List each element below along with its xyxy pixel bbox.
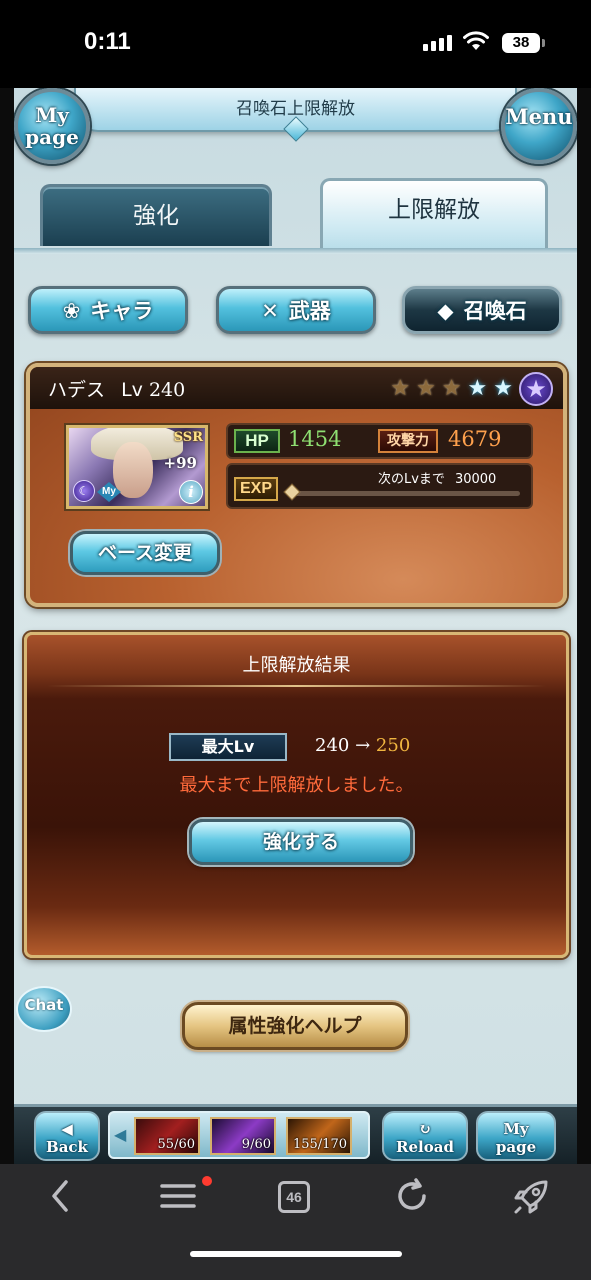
mypage-label-line2: page: [25, 125, 79, 149]
summon-name: ハデス: [48, 379, 106, 401]
bottom-mypage-line1: My: [503, 1120, 529, 1138]
stats-row: HP 1454 攻撃力 4679: [226, 423, 533, 459]
uncap-result-panel: 上限解放結果 最大Lv 240 → 250 最大まで上限解放しました。 強化する: [24, 632, 569, 958]
star-icon: ★: [390, 376, 411, 401]
browser-toolbar: 46: [0, 1164, 591, 1280]
right-frame-edge: [577, 88, 591, 1164]
rocket-icon[interactable]: [512, 1178, 550, 1216]
game-bottom-bar: ◀ Back ◀ 55/60 9/60 155/170 ↻ Reload My …: [14, 1104, 577, 1164]
summon-header: ハデス Lv 240 ★ ★ ★ ★ ★ ★: [30, 367, 563, 409]
battery-icon: 38: [502, 33, 545, 53]
star-icon: ★: [493, 376, 513, 401]
attack-label: 攻撃力: [378, 429, 438, 453]
carousel-left-arrow-icon[interactable]: ◀: [114, 1125, 126, 1144]
wifi-icon: [463, 31, 489, 50]
old-max-level: 240: [315, 735, 350, 756]
result-message: 最大まで上限解放しました。: [179, 775, 414, 796]
attack-value: 4679: [448, 427, 502, 451]
back-chevron-icon[interactable]: [48, 1178, 72, 1214]
next-level-label: 次のLvまで: [378, 472, 445, 487]
exp-progress-marker: [283, 483, 301, 501]
back-button[interactable]: ◀ Back: [34, 1111, 100, 1161]
plus-bonus: +99: [163, 454, 197, 472]
max-level-change: 240 → 250: [315, 735, 410, 756]
reload-button[interactable]: ↻ Reload: [382, 1111, 468, 1161]
star-icon: ★: [467, 376, 488, 401]
game-viewport: 召喚石上限解放 My page Menu 強化 上限解放 ❀ キャラ ✕ 武器 ◆ 召…: [14, 88, 577, 1164]
bottom-mypage-line2: page: [495, 1138, 537, 1156]
max-level-label: 最大Lv: [169, 733, 287, 761]
result-title: 上限解放結果: [242, 655, 351, 676]
mypage-label-line1: My: [35, 103, 69, 127]
info-icon[interactable]: i: [179, 480, 203, 504]
item-slot[interactable]: 155/170: [286, 1117, 352, 1155]
element-help-button[interactable]: 属性強化ヘルプ: [182, 1002, 408, 1050]
dark-element-icon: ☾: [73, 480, 95, 502]
exp-progress-bar: [290, 491, 520, 496]
base-change-button[interactable]: ベース変更: [70, 531, 220, 575]
uncap-stars: ★ ★ ★ ★ ★ ★: [390, 372, 553, 406]
new-max-level: 250: [375, 735, 411, 756]
filter-character-button[interactable]: ❀ キャラ: [28, 286, 188, 334]
back-label: Back: [46, 1138, 88, 1156]
status-time: 0:11: [84, 28, 131, 55]
result-divider: [47, 685, 546, 687]
hp-value: 1454: [288, 427, 342, 451]
portrait-face: [113, 442, 153, 498]
reload-label: Reload: [396, 1138, 454, 1156]
filter-weapon-button[interactable]: ✕ 武器: [216, 286, 376, 334]
summon-portrait[interactable]: SSR +99 ☾ My i: [66, 425, 208, 509]
chat-button[interactable]: Chat: [16, 986, 72, 1032]
left-frame-edge: [0, 88, 14, 1164]
summon-name-level: ハデス Lv 240: [48, 375, 185, 402]
reload-page-icon[interactable]: [394, 1178, 430, 1214]
star-icon: ★: [416, 376, 436, 401]
weapon-icon: ✕: [261, 299, 279, 323]
special-star-icon: ★: [519, 372, 553, 406]
rarity-badge: SSR: [173, 430, 203, 445]
tabs-count-button[interactable]: 46: [278, 1181, 310, 1213]
item-carousel: ◀ 55/60 9/60 155/170: [108, 1111, 370, 1159]
star-icon: ★: [441, 376, 462, 401]
summon-crystal-icon: ◆: [437, 299, 454, 323]
menu-list-icon[interactable]: [160, 1178, 196, 1214]
summon-detail-panel: ハデス Lv 240 ★ ★ ★ ★ ★ ★ SSR +99 ☾ My i ベー…: [26, 363, 567, 607]
filter-weapon-label: 武器: [288, 299, 331, 323]
item-count: 55/60: [157, 1137, 195, 1152]
character-icon: ❀: [62, 299, 81, 323]
reload-icon: ↻: [418, 1120, 432, 1138]
filter-character-label: キャラ: [90, 299, 154, 323]
cellular-signal-icon: [423, 35, 452, 51]
exp-row: EXP 次のLvまで 30000: [226, 463, 533, 509]
arrow: →: [355, 735, 371, 756]
page-title-bar: 召喚石上限解放: [74, 88, 517, 142]
chat-label: Chat: [24, 996, 64, 1014]
mypage-button[interactable]: My page: [14, 88, 90, 164]
summon-level-label: Lv: [121, 379, 143, 401]
hp-label: HP: [234, 429, 280, 453]
tab-enhance[interactable]: 強化: [40, 184, 272, 246]
summon-level: 240: [148, 379, 186, 401]
filter-summon-label: 召喚石: [463, 299, 527, 323]
item-count: 9/60: [241, 1137, 271, 1152]
tab-uncap[interactable]: 上限解放: [320, 178, 548, 250]
back-arrow-icon: ◀: [61, 1120, 73, 1138]
next-level-info: 次のLvまで 30000: [378, 468, 496, 487]
status-bar: 0:11 38: [0, 0, 591, 88]
exp-label: EXP: [234, 477, 278, 501]
menu-label: Menu: [505, 104, 573, 129]
notification-dot: [202, 1176, 212, 1186]
item-slot[interactable]: 9/60: [210, 1117, 276, 1155]
menu-button[interactable]: Menu: [501, 88, 577, 164]
item-count: 155/170: [292, 1137, 347, 1152]
home-indicator: [190, 1251, 402, 1257]
tab-underline: [14, 248, 577, 254]
filter-summon-button[interactable]: ◆ 召喚石: [402, 286, 562, 334]
item-slot[interactable]: 55/60: [134, 1117, 200, 1155]
bottom-mypage-button[interactable]: My page: [476, 1111, 556, 1161]
next-level-value: 30000: [454, 472, 497, 487]
title-gem-icon: [283, 116, 309, 142]
enhance-button[interactable]: 強化する: [189, 819, 413, 865]
